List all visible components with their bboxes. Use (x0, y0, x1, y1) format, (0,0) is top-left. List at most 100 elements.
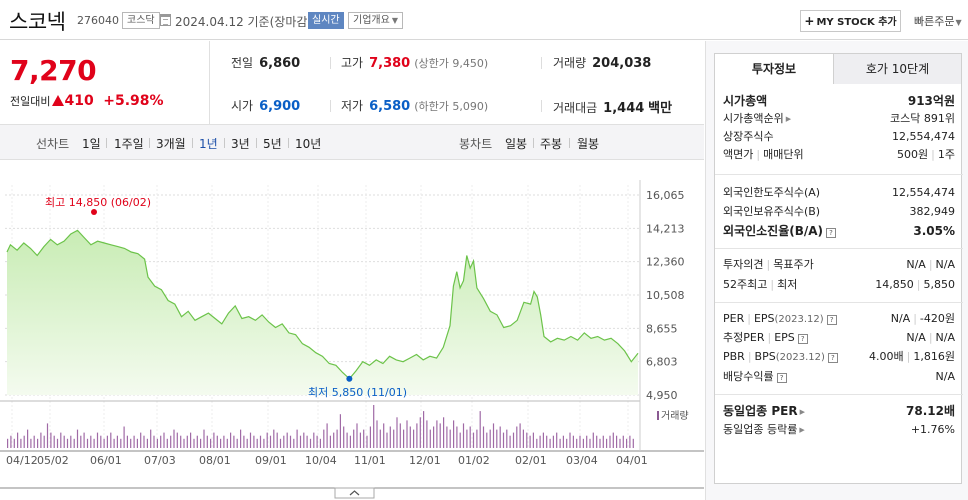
volume-bar (83, 432, 85, 448)
volume-bar (449, 429, 451, 448)
market-badge: 코스닥 (122, 12, 160, 29)
tab-1y[interactable]: 1년 (199, 135, 218, 152)
volume-bar (30, 438, 32, 448)
volume-bar (423, 411, 425, 448)
help-icon[interactable]: ? (826, 228, 837, 238)
volume-bar (233, 435, 235, 448)
volume-bar (632, 438, 634, 448)
price-chart: 16,065 14,213 12,360 10,508 8,655 6,803 4,950 최… (0, 160, 704, 500)
volume-bar (90, 435, 92, 448)
volume-bar (63, 435, 65, 448)
tab-orderbook-10[interactable]: 호가 10단계 (833, 53, 962, 85)
tab-3y[interactable]: 3년 (231, 135, 250, 152)
help-icon[interactable]: ? (776, 373, 787, 383)
add-mystock-button[interactable]: + MY STOCK 추가 (800, 10, 901, 32)
tab-10y[interactable]: 10년 (295, 135, 321, 152)
info-row-shares: 상장주식수 12,554,474 (723, 130, 955, 143)
info-row-pbr: PBR | BPS(2023.12)? 4.00배 | 1,816원 (723, 350, 955, 363)
volume-bar (359, 432, 361, 448)
volume-bar (223, 435, 225, 448)
volume-bar (516, 426, 518, 448)
volume-bar (599, 438, 601, 448)
volume-bar (486, 432, 488, 448)
volume-bar (326, 423, 328, 448)
volume-bar (160, 435, 162, 448)
volume-legend-label: 거래량 (661, 410, 689, 422)
volume-bar (33, 435, 35, 448)
volume-bar (296, 429, 298, 448)
max-label: 최고 14,850 (06/02) (45, 196, 151, 209)
volume-bar (562, 435, 564, 448)
realtime-button[interactable]: 실시간 (308, 12, 344, 29)
volume-bar (50, 432, 52, 448)
max-marker (91, 209, 97, 215)
volume-bar (136, 438, 138, 448)
calendar-icon (160, 14, 171, 26)
volume-bar (622, 435, 624, 448)
volume-bar (220, 438, 222, 448)
volume-bar (293, 438, 295, 448)
x-tick-label: 03/04 (566, 454, 598, 467)
volume-bar (419, 417, 421, 448)
x-tick-label: 06/01 (90, 454, 122, 467)
info-row-mktcap-rank[interactable]: 시가총액순위 ▶ 코스닥 891위 (723, 110, 955, 128)
tab-5y[interactable]: 5년 (263, 135, 282, 152)
volume-bar (429, 429, 431, 448)
volume-bar (343, 426, 345, 448)
volume-bar (279, 438, 282, 448)
volume-bar (316, 435, 318, 448)
chevron-right-icon: ▶ (799, 408, 805, 416)
volume-bar (299, 435, 302, 448)
y-tick-label: 8,655 (646, 322, 678, 335)
tab-1w[interactable]: 1주일 (114, 135, 144, 152)
company-overview-dropdown[interactable]: 기업개요 ▼ (348, 12, 403, 29)
volume-bar (256, 438, 258, 448)
volume-bar (66, 438, 69, 448)
volume-bar (230, 432, 232, 448)
volume-bar (379, 429, 381, 448)
help-icon[interactable]: ? (797, 334, 808, 344)
volume-bar (203, 429, 205, 448)
low-price: 저가 6,580 (하한가 5,090) (341, 99, 489, 114)
x-tick-label: 11/01 (354, 454, 386, 467)
volume-bar (456, 426, 458, 448)
volume-bar (103, 438, 105, 448)
tab-weekly[interactable]: 주봉 (540, 135, 562, 152)
volume-bar (592, 432, 594, 448)
volume-bar (176, 432, 178, 448)
tab-3m[interactable]: 3개월 (156, 135, 186, 152)
volume-bar (13, 438, 15, 448)
volume-bar (532, 432, 534, 448)
volume-bar (213, 432, 215, 448)
info-row-sector-per[interactable]: 동일업종 PER ▶ 78.12배 (723, 402, 955, 420)
volume-bar (386, 432, 388, 448)
x-tick-label: 12/01 (409, 454, 441, 467)
volume-bar (482, 426, 485, 448)
tab-investment-info[interactable]: 투자정보 (714, 53, 834, 85)
change-amount: 410 (64, 93, 94, 109)
investment-info-panel: 투자정보 호가 10단계 시가총액 913억원 시가총액순위 ▶ 코스닥 891위 상… (705, 41, 968, 500)
volume-bar (369, 426, 371, 448)
quick-order-dropdown[interactable]: 빠른주문▼ (914, 13, 962, 29)
help-icon[interactable]: ? (827, 353, 838, 363)
info-row-sector-rate[interactable]: 동일업종 등락률 ▶ +1.76% (723, 421, 955, 439)
volume-bar (183, 438, 185, 448)
tab-1d[interactable]: 1일 (82, 135, 101, 152)
tab-daily[interactable]: 일봉 (505, 135, 527, 152)
collapse-handle (334, 487, 375, 499)
help-icon[interactable]: ? (826, 315, 837, 325)
volume-legend-swatch (657, 411, 659, 420)
chevron-down-icon: ▼ (391, 16, 398, 25)
volume-bar (572, 435, 574, 448)
info-row-opinion: 투자의견 | 목표주가 N/A | N/A (723, 258, 955, 271)
current-price: 7,270 (10, 54, 97, 87)
volume-bar (70, 435, 72, 448)
volume-bar (123, 426, 125, 448)
volume-bar (602, 435, 604, 448)
min-label: 최저 5,850 (11/01) (308, 386, 407, 399)
volume-bar (462, 423, 465, 448)
x-tick-label: 08/01 (199, 454, 231, 467)
volume-bar (546, 435, 548, 448)
tab-monthly[interactable]: 월봉 (577, 135, 599, 152)
volume-bar (499, 426, 501, 448)
